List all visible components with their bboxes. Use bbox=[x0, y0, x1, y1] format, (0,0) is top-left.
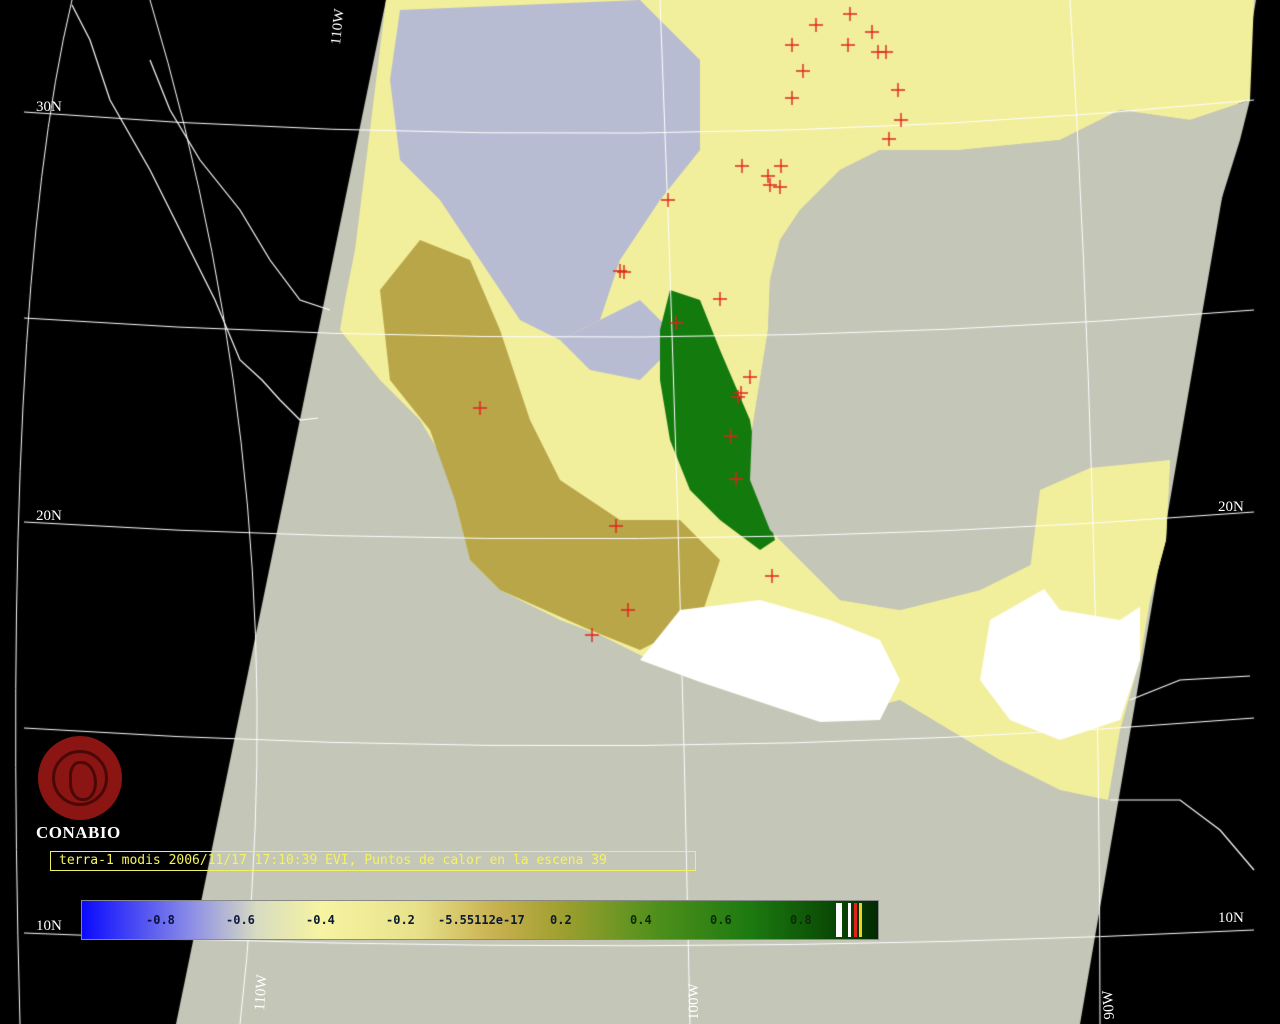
lon-label-90w: 90W bbox=[1099, 989, 1118, 1020]
colorbar-tick: 0.6 bbox=[710, 913, 732, 927]
lon-label-110w-bottom: 110W bbox=[252, 973, 271, 1012]
colorbar-tick: 0.2 bbox=[550, 913, 572, 927]
lat-label-20n-east: 20N bbox=[1218, 499, 1244, 515]
colorbar-fire-swatch bbox=[854, 903, 857, 937]
colorbar-tick: -0.4 bbox=[306, 913, 335, 927]
lat-label-10n: 10N bbox=[36, 918, 62, 934]
colorbar-tick: -0.8 bbox=[146, 913, 175, 927]
conabio-emblem-icon bbox=[38, 736, 122, 820]
lat-label-10n-east: 10N bbox=[1218, 910, 1244, 926]
colorbar-tick: 0.8 bbox=[790, 913, 812, 927]
colorbar-cloud-swatch bbox=[836, 903, 842, 937]
colorbar-tick: -5.55112e-17 bbox=[438, 913, 525, 927]
lon-label-100w: 100W bbox=[686, 983, 702, 1020]
conabio-logo: CONABIO bbox=[36, 736, 126, 843]
colorbar-tick: -0.2 bbox=[386, 913, 415, 927]
colorbar-tick: -0.6 bbox=[226, 913, 255, 927]
scene-caption: terra-1 modis 2006/11/17 17:10:39 EVI, P… bbox=[50, 851, 696, 871]
colorbar-swatch bbox=[848, 903, 851, 937]
colorbar-swatch bbox=[859, 903, 862, 937]
logo-text: CONABIO bbox=[36, 823, 121, 842]
evi-colorbar: -0.8 -0.6 -0.4 -0.2 -5.55112e-17 0.2 0.4… bbox=[81, 900, 879, 940]
colorbar-tick: 0.4 bbox=[630, 913, 652, 927]
caption-text: terra-1 modis 2006/11/17 17:10:39 EVI, P… bbox=[59, 853, 607, 868]
lat-label-30n: 30N bbox=[36, 99, 62, 115]
lat-label-20n: 20N bbox=[36, 508, 62, 524]
